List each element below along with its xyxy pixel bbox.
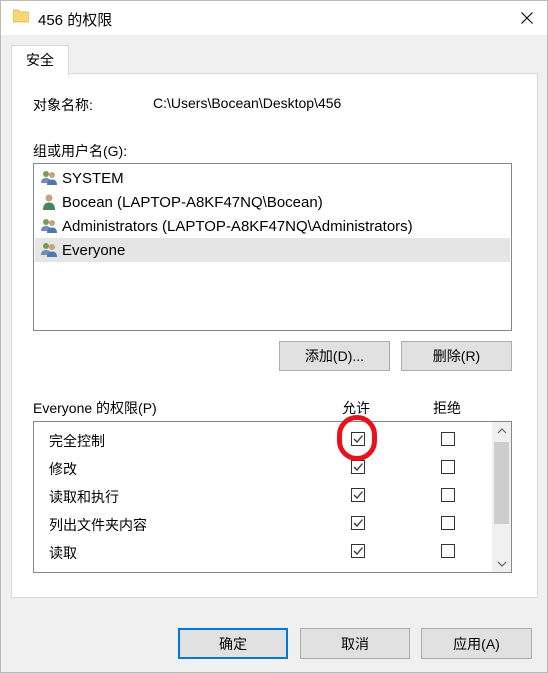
allow-checkbox[interactable]	[351, 488, 365, 502]
allow-checkbox[interactable]	[351, 572, 365, 573]
permission-label: 读取	[49, 545, 77, 561]
user-label: Administrators (LAPTOP-A8KF47NQ\Administ…	[62, 217, 413, 235]
group-list-label: 组或用户名(G):	[33, 143, 128, 159]
deny-checkbox[interactable]	[441, 460, 455, 474]
list-item-administrators[interactable]: Administrators (LAPTOP-A8KF47NQ\Administ…	[35, 214, 510, 238]
permissions-scrollbar[interactable]	[492, 422, 511, 572]
object-name-label: 对象名称:	[33, 97, 93, 113]
check-icon	[353, 491, 363, 499]
permission-row-modify: 修改	[34, 454, 492, 482]
deny-checkbox[interactable]	[441, 544, 455, 558]
deny-checkbox[interactable]	[441, 432, 455, 446]
permission-label: 列出文件夹内容	[49, 517, 147, 533]
user-group-icon	[41, 171, 57, 185]
close-button[interactable]	[507, 1, 547, 35]
scroll-down-button[interactable]	[492, 555, 511, 572]
permission-row-read-execute: 读取和执行	[34, 482, 492, 510]
allow-checkbox[interactable]	[351, 516, 365, 530]
permissions-dialog: 456 的权限 安全 对象名称: C:\Users\Bocean\Desktop…	[0, 0, 548, 673]
deny-checkbox[interactable]	[441, 516, 455, 530]
allow-checkbox[interactable]	[351, 460, 365, 474]
list-item-bocean[interactable]: Bocean (LAPTOP-A8KF47NQ\Bocean)	[35, 190, 510, 214]
list-item-system[interactable]: SYSTEM	[35, 166, 510, 190]
check-icon	[353, 435, 363, 443]
cancel-button[interactable]: 取消	[300, 628, 410, 659]
deny-checkbox[interactable]	[441, 488, 455, 502]
check-icon	[353, 463, 363, 471]
folder-icon	[13, 9, 29, 23]
user-group-icon	[41, 243, 57, 257]
object-name-value: C:\Users\Bocean\Desktop\456	[153, 95, 342, 111]
allow-checkbox[interactable]	[351, 544, 365, 558]
title-bar: 456 的权限	[1, 1, 547, 35]
user-label: Bocean (LAPTOP-A8KF47NQ\Bocean)	[62, 193, 323, 211]
remove-button[interactable]: 删除(R)	[401, 341, 512, 371]
user-group-icon	[41, 219, 57, 233]
list-item-everyone[interactable]: Everyone	[35, 238, 510, 262]
user-label: Everyone	[62, 241, 126, 259]
permission-row-full-control: 完全控制	[34, 426, 492, 454]
tab-strip: 安全	[1, 35, 547, 76]
user-icon	[43, 194, 55, 210]
close-icon	[521, 12, 533, 24]
permission-label: 完全控制	[49, 433, 105, 449]
tab-security[interactable]: 安全	[11, 45, 69, 76]
ok-button[interactable]: 确定	[178, 628, 288, 659]
permission-row-list-folder: 列出文件夹内容	[34, 510, 492, 538]
permissions-list[interactable]: 完全控制 修改 读取和执行 列出文件夹内容 读取	[33, 421, 512, 573]
deny-checkbox[interactable]	[441, 572, 455, 573]
permission-row-partial	[34, 566, 492, 573]
scroll-up-button[interactable]	[492, 422, 511, 439]
group-user-list[interactable]: SYSTEM Bocean (LAPTOP-A8KF47NQ\Bocean) A…	[33, 163, 512, 331]
permission-label: 修改	[49, 461, 77, 477]
permissions-label: Everyone 的权限(P)	[33, 400, 157, 416]
allow-checkbox[interactable]	[351, 432, 365, 446]
chevron-down-icon	[497, 561, 506, 567]
permission-row-read: 读取	[34, 538, 492, 566]
user-label: SYSTEM	[62, 169, 124, 187]
check-icon	[353, 547, 363, 555]
allow-header: 允许	[342, 400, 370, 416]
check-icon	[353, 519, 363, 527]
chevron-up-icon	[497, 427, 506, 433]
apply-button[interactable]: 应用(A)	[421, 628, 532, 659]
permission-label: 读取和执行	[49, 489, 119, 505]
deny-header: 拒绝	[433, 400, 461, 416]
add-button[interactable]: 添加(D)...	[279, 341, 390, 371]
window-title: 456 的权限	[38, 12, 113, 29]
scroll-thumb[interactable]	[494, 442, 509, 524]
